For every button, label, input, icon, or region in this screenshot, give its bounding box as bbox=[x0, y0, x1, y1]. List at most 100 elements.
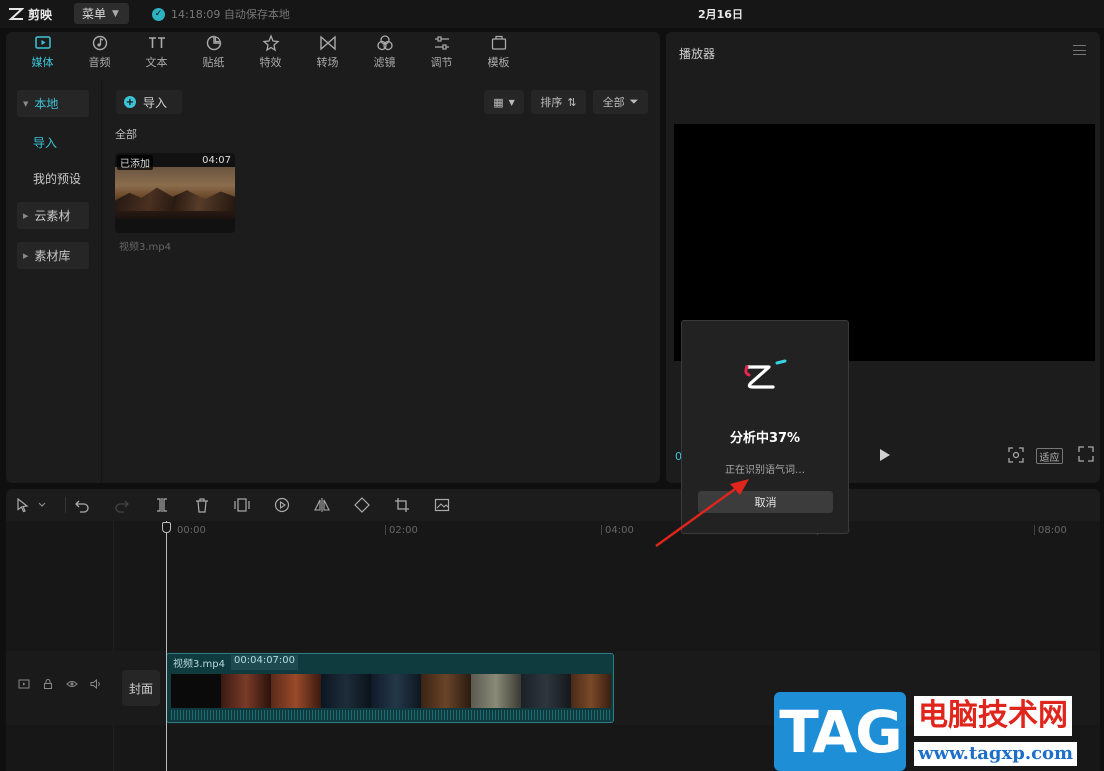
tab-label: 转场 bbox=[316, 56, 339, 69]
import-label: 导入 bbox=[143, 95, 168, 110]
view-mode-button[interactable]: ▦ ▼ bbox=[484, 90, 524, 114]
tab-sticker[interactable]: 贴纸 bbox=[185, 32, 242, 72]
rotate-icon[interactable] bbox=[354, 497, 370, 513]
sidebar-item-label: 素材库 bbox=[34, 249, 71, 263]
tab-label: 贴纸 bbox=[202, 56, 225, 69]
sticker-icon bbox=[206, 35, 221, 51]
tab-label: 文本 bbox=[145, 56, 168, 69]
title-bar: 剪映 菜单 ▼ ✓ 14:18:09 自动保存本地 2月16日 bbox=[0, 0, 1104, 28]
clip-thumbnail bbox=[115, 167, 235, 219]
clip-header: 视频3.mp4 00:04:07:00 bbox=[173, 655, 299, 670]
watermark: TAG 电脑技术网 www.tagxp.com bbox=[774, 692, 1104, 771]
watermark-site-name: 电脑技术网 bbox=[914, 696, 1072, 736]
funnel-icon: ⏷ bbox=[629, 95, 639, 108]
tab-label: 滤镜 bbox=[373, 56, 396, 69]
plus-icon: + bbox=[124, 96, 136, 108]
project-title: 2月16日 bbox=[698, 8, 743, 21]
sidebar-item-import[interactable]: 导入 bbox=[33, 134, 57, 151]
tick-label: 08:00 bbox=[1038, 525, 1067, 536]
sidebar-item-label: 本地 bbox=[34, 97, 59, 111]
tab-media[interactable]: 媒体 bbox=[14, 32, 71, 72]
video-track-icon[interactable] bbox=[18, 678, 30, 690]
player-title: 播放器 bbox=[679, 47, 716, 61]
grid-icon: ▦ bbox=[493, 95, 504, 109]
clip-frames bbox=[171, 674, 611, 708]
media-clip-card[interactable]: 已添加 04:07 bbox=[115, 153, 235, 233]
timeline-toolbar bbox=[6, 489, 1100, 521]
tick-mark bbox=[385, 525, 386, 535]
undo-icon[interactable] bbox=[74, 497, 90, 513]
crop-icon[interactable] bbox=[394, 497, 410, 513]
cursor-select-icon[interactable] bbox=[15, 497, 31, 513]
sort-button[interactable]: 排序 ⇅ bbox=[531, 90, 586, 114]
tab-label: 音频 bbox=[88, 56, 111, 69]
tab-effects[interactable]: 特效 bbox=[242, 32, 299, 72]
import-button[interactable]: + 导入 bbox=[116, 90, 182, 114]
media-tabs: 媒体 音频 文本 贴纸 特效 转场 滤镜 调节 模板 bbox=[6, 32, 660, 72]
chevron-down-icon: ▼ bbox=[112, 8, 119, 19]
tick-label: 04:00 bbox=[605, 525, 634, 536]
tab-audio[interactable]: 音频 bbox=[71, 32, 128, 72]
autosave-status: ✓ 14:18:09 自动保存本地 bbox=[152, 6, 290, 22]
tick-mark bbox=[1034, 525, 1035, 535]
tab-label: 媒体 bbox=[31, 56, 54, 69]
timeline-clip[interactable]: 视频3.mp4 00:04:07:00 bbox=[166, 653, 614, 723]
check-icon: ✓ bbox=[152, 7, 165, 21]
added-badge: 已添加 bbox=[117, 155, 153, 170]
expand-icon[interactable] bbox=[1078, 446, 1094, 462]
sidebar-item-my-presets[interactable]: 我的预设 bbox=[33, 170, 81, 187]
media-icon bbox=[34, 36, 51, 49]
menu-button[interactable]: 菜单 ▼ bbox=[74, 3, 129, 24]
chevron-down-icon[interactable] bbox=[37, 497, 47, 513]
transition-icon bbox=[319, 35, 336, 51]
time-ruler[interactable]: 00:00 02:00 04:00 06:00 08:00 bbox=[114, 521, 1100, 541]
clip-name: 视频3.mp4 bbox=[173, 659, 225, 670]
capcut-logo-icon bbox=[8, 8, 24, 20]
text-icon bbox=[148, 37, 165, 48]
analysis-progress-title: 分析中37% bbox=[729, 431, 801, 446]
menu-label: 菜单 bbox=[82, 7, 107, 21]
effects-icon bbox=[261, 34, 280, 52]
play-icon[interactable] bbox=[880, 449, 890, 461]
fullscreen-crop-icon[interactable] bbox=[1007, 446, 1025, 464]
sidebar-item-cloud[interactable]: ▶ 云素材 bbox=[17, 202, 89, 229]
sidebar-item-local[interactable]: ▼ 本地 bbox=[17, 90, 89, 117]
annotation-arrow-icon bbox=[655, 479, 749, 547]
triangle-right-icon: ▶ bbox=[23, 251, 29, 260]
tab-label: 特效 bbox=[259, 56, 282, 69]
section-label: 全部 bbox=[115, 128, 137, 141]
playhead-handle[interactable] bbox=[162, 522, 171, 533]
media-panel: 媒体 音频 文本 贴纸 特效 转场 滤镜 调节 模板 ▼ 本地 导入 我的预设 … bbox=[6, 32, 660, 483]
tab-filter[interactable]: 滤镜 bbox=[356, 32, 413, 72]
sidebar-item-label: 云素材 bbox=[34, 209, 71, 223]
sort-icon: ⇅ bbox=[567, 95, 577, 109]
split-icon[interactable] bbox=[154, 497, 170, 513]
filter-icon bbox=[376, 35, 393, 51]
redo-icon[interactable] bbox=[114, 497, 130, 513]
menu-icon[interactable] bbox=[1073, 45, 1086, 55]
eye-icon[interactable] bbox=[66, 678, 78, 690]
clip-filename: 视频3.mp4 bbox=[119, 242, 171, 253]
watermark-tag: TAG bbox=[774, 692, 906, 771]
speaker-icon[interactable] bbox=[90, 678, 102, 690]
freeze-frame-icon[interactable] bbox=[234, 497, 250, 513]
cover-button[interactable]: 封面 bbox=[122, 670, 160, 706]
mirror-icon[interactable] bbox=[314, 497, 330, 513]
sidebar-item-library[interactable]: ▶ 素材库 bbox=[17, 242, 89, 269]
image-adjust-icon[interactable] bbox=[434, 497, 450, 513]
media-sidebar: ▼ 本地 导入 我的预设 ▶ 云素材 ▶ 素材库 bbox=[6, 80, 102, 483]
tab-text[interactable]: 文本 bbox=[128, 32, 185, 72]
tab-adjust[interactable]: 调节 bbox=[413, 32, 470, 72]
lock-icon[interactable] bbox=[42, 678, 54, 690]
fit-button[interactable]: 适应 bbox=[1036, 448, 1063, 464]
tab-label: 模板 bbox=[487, 56, 510, 69]
delete-icon[interactable] bbox=[194, 497, 210, 513]
tab-template[interactable]: 模板 bbox=[470, 32, 527, 72]
filter-button[interactable]: 全部 ⏷ bbox=[593, 90, 648, 114]
tick-mark bbox=[601, 525, 602, 535]
app-name: 剪映 bbox=[28, 7, 53, 22]
filter-label: 全部 bbox=[602, 96, 625, 109]
reverse-play-icon[interactable] bbox=[274, 497, 290, 513]
tab-transition[interactable]: 转场 bbox=[299, 32, 356, 72]
playhead-line[interactable] bbox=[166, 521, 167, 771]
